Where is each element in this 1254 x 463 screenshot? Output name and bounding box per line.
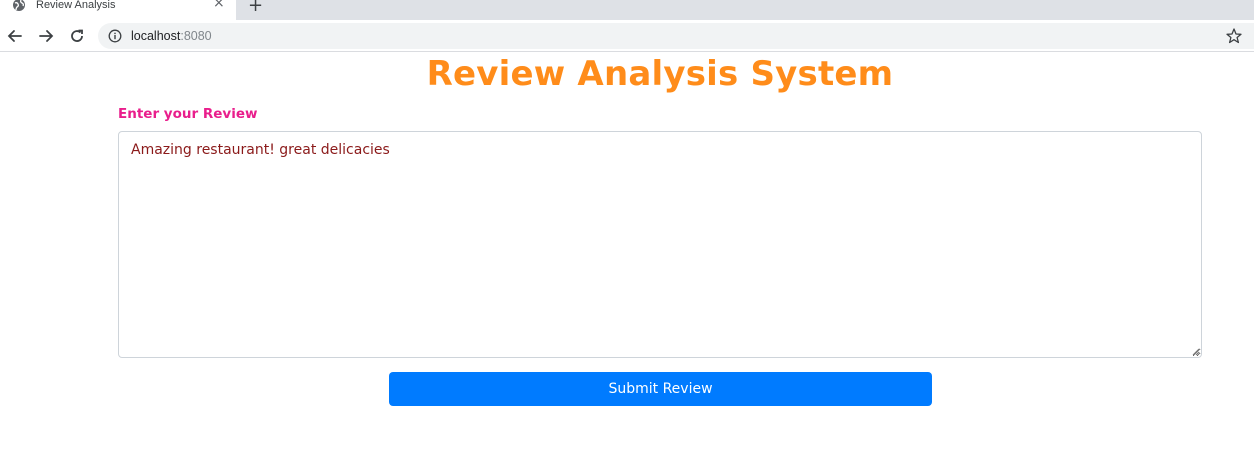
tab-title: Review Analysis bbox=[36, 0, 116, 11]
tab-strip: Review Analysis × + bbox=[0, 0, 1254, 20]
info-icon[interactable] bbox=[108, 29, 122, 43]
star-icon[interactable] bbox=[1225, 27, 1243, 45]
address-bar[interactable]: localhost:8080 bbox=[98, 23, 1254, 49]
browser-tab[interactable]: Review Analysis × bbox=[0, 0, 236, 20]
reload-icon[interactable] bbox=[67, 26, 87, 46]
review-textarea[interactable]: Amazing restaurant! great delicacies bbox=[118, 131, 1202, 358]
tab-close-icon[interactable]: × bbox=[213, 0, 225, 10]
new-tab-button[interactable]: + bbox=[248, 0, 263, 15]
submit-review-button[interactable]: Submit Review bbox=[389, 372, 932, 406]
page-title: Review Analysis System bbox=[426, 54, 894, 94]
review-label: Enter your Review bbox=[118, 106, 258, 122]
url-host: localhost bbox=[131, 29, 181, 43]
resize-handle-icon[interactable] bbox=[1190, 346, 1200, 356]
url-text: localhost:8080 bbox=[131, 29, 212, 43]
globe-icon bbox=[13, 0, 25, 11]
url-port: :8080 bbox=[180, 29, 212, 43]
arrow-right-icon[interactable] bbox=[36, 26, 56, 46]
browser-toolbar: localhost:8080 bbox=[0, 20, 1254, 52]
arrow-left-icon[interactable] bbox=[5, 26, 25, 46]
